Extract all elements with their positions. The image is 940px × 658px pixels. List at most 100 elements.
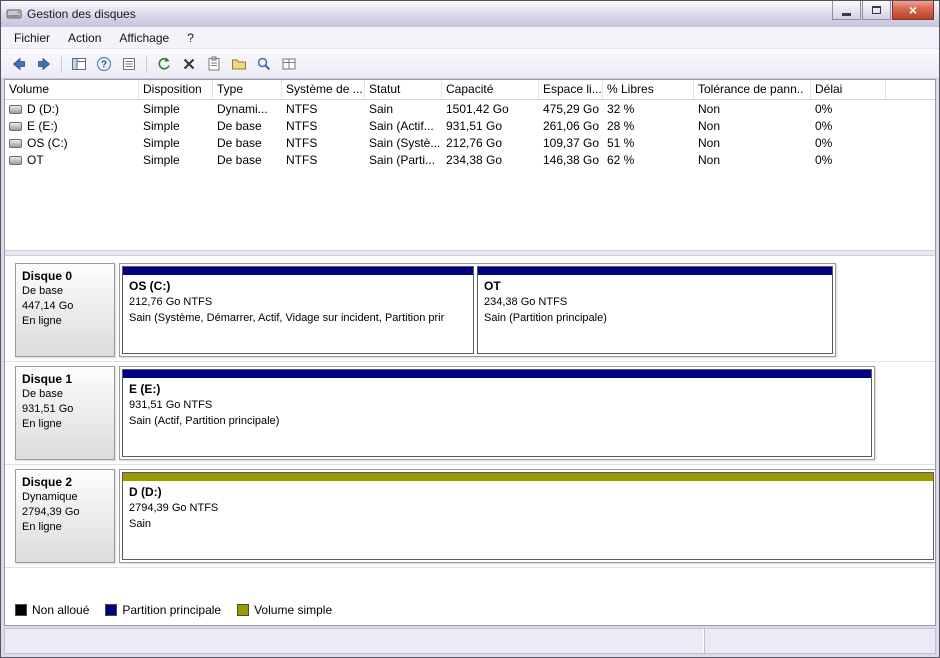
drive-icon	[9, 104, 22, 114]
partition-status: Sain (Partition principale)	[484, 312, 607, 324]
disk1-track: E (E:) 931,51 Go NTFS Sain (Actif, Parti…	[119, 366, 875, 460]
legend-label: Partition principale	[122, 603, 222, 617]
cell-type: De base	[217, 135, 262, 150]
back-button[interactable]	[7, 52, 31, 76]
cell-espace: 475,29 Go	[543, 101, 600, 116]
maximize-icon	[872, 6, 881, 14]
volume-row-e[interactable]: E (E:) Simple De base NTFS Sain (Actif..…	[5, 117, 935, 134]
properties-icon	[208, 56, 220, 70]
partition-color-band	[123, 267, 473, 275]
grid-view-button[interactable]	[277, 52, 301, 76]
disk-size: 2794,39 Go	[22, 506, 80, 518]
partition-color-band	[478, 267, 832, 275]
show-console-tree-button[interactable]	[67, 52, 91, 76]
column-tolerance[interactable]: Tolérance de pann..	[694, 80, 811, 99]
close-icon: ×	[908, 2, 918, 18]
column-disposition[interactable]: Disposition	[139, 80, 213, 99]
refresh-icon	[158, 57, 170, 69]
cell-tolerance: Non	[698, 118, 721, 133]
cell-statut: Sain (Systè...	[369, 135, 441, 150]
partition-color-band	[123, 473, 933, 481]
volume-table-header: Volume Disposition Type Système de ... S…	[5, 80, 935, 100]
partition-info: 2794,39 Go NTFS	[129, 502, 219, 514]
magnifier-icon	[257, 57, 271, 70]
toolbar-separator	[146, 54, 147, 73]
legend-swatch-primary	[105, 604, 118, 616]
partition-info: 234,38 Go NTFS	[484, 296, 568, 308]
cell-capacite: 212,76 Go	[446, 135, 503, 150]
column-filesystem[interactable]: Système de ...	[282, 80, 365, 99]
disk-management-window: Gestion des disques × Fichier Action Aff…	[0, 0, 940, 658]
cell-type: De base	[217, 118, 262, 133]
menu-affichage[interactable]: Affichage	[110, 28, 178, 48]
window-title: Gestion des disques	[27, 7, 136, 21]
disk-section-2: Disque 2 Dynamique 2794,39 Go En ligne D…	[5, 465, 935, 568]
partition-e[interactable]: E (E:) 931,51 Go NTFS Sain (Actif, Parti…	[122, 369, 872, 457]
column-capacite[interactable]: Capacité	[442, 80, 539, 99]
disk-size: 447,14 Go	[22, 300, 74, 312]
cell-espace: 261,06 Go	[543, 118, 600, 133]
column-volume[interactable]: Volume	[5, 80, 139, 99]
open-folder-button[interactable]	[227, 52, 251, 76]
properties-button[interactable]	[202, 52, 226, 76]
refresh-button[interactable]	[152, 52, 176, 76]
title-bar[interactable]: Gestion des disques ×	[1, 1, 939, 27]
disk-status: En ligne	[22, 315, 62, 327]
partition-ot[interactable]: OT 234,38 Go NTFS Sain (Partition princi…	[477, 266, 833, 354]
partition-title: D (D:)	[129, 485, 162, 499]
status-pane-right	[705, 629, 935, 653]
delete-icon	[183, 58, 195, 69]
cell-capacite: 931,51 Go	[446, 118, 503, 133]
menu-action[interactable]: Action	[59, 28, 110, 48]
cell-disposition: Simple	[143, 118, 180, 133]
export-list-button[interactable]	[117, 52, 141, 76]
volume-row-os[interactable]: OS (C:) Simple De base NTFS Sain (Systè.…	[5, 134, 935, 151]
toolbar-separator	[61, 54, 62, 73]
disk-status: En ligne	[22, 418, 62, 430]
partition-title: OS (C:)	[129, 279, 171, 293]
volume-cell: E (E:)	[5, 119, 139, 133]
forward-icon	[38, 57, 51, 70]
disk1-header[interactable]: Disque 1 De base 931,51 Go En ligne	[15, 366, 115, 460]
drive-icon	[9, 138, 22, 148]
column-espace-libre[interactable]: Espace li...	[539, 80, 603, 99]
content-area: Volume Disposition Type Système de ... S…	[4, 79, 936, 626]
console-tree-icon	[72, 57, 86, 70]
maximize-button[interactable]	[862, 1, 891, 20]
legend-label: Volume simple	[254, 603, 333, 617]
disk2-header[interactable]: Disque 2 Dynamique 2794,39 Go En ligne	[15, 469, 115, 563]
partition-d[interactable]: D (D:) 2794,39 Go NTFS Sain	[122, 472, 934, 560]
column-statut[interactable]: Statut	[365, 80, 442, 99]
partition-status: Sain (Actif, Partition principale)	[129, 415, 280, 427]
disk0-header[interactable]: Disque 0 De base 447,14 Go En ligne	[15, 263, 115, 357]
rescan-disks-button[interactable]	[252, 52, 276, 76]
volume-cell: OS (C:)	[5, 136, 139, 150]
menu-help[interactable]: ?	[178, 28, 203, 48]
cell-filesystem: NTFS	[286, 135, 318, 150]
volume-row-d[interactable]: D (D:) Simple Dynami... NTFS Sain 1501,4…	[5, 100, 935, 117]
disk-type: De base	[22, 388, 63, 400]
column-type[interactable]: Type	[213, 80, 282, 99]
cell-espace: 109,37 Go	[543, 135, 600, 150]
cell-espace: 146,38 Go	[543, 152, 600, 167]
column-delai[interactable]: Délai	[811, 80, 886, 99]
close-button[interactable]: ×	[892, 1, 934, 20]
disk-status: En ligne	[22, 521, 62, 533]
legend-item-unallocated: Non alloué	[15, 603, 89, 617]
legend-label: Non alloué	[32, 603, 90, 617]
cell-capacite: 234,38 Go	[446, 152, 503, 167]
help-button[interactable]: ?	[92, 52, 116, 76]
menu-fichier[interactable]: Fichier	[5, 28, 59, 48]
disk-name: Disque 1	[22, 372, 73, 386]
column-pct-libres[interactable]: % Libres	[603, 80, 694, 99]
forward-button[interactable]	[32, 52, 56, 76]
partition-os-c[interactable]: OS (C:) 212,76 Go NTFS Sain (Système, Dé…	[122, 266, 474, 354]
minimize-button[interactable]	[832, 1, 861, 20]
cell-tolerance: Non	[698, 101, 721, 116]
disk-section-0: Disque 0 De base 447,14 Go En ligne OS (…	[5, 259, 935, 362]
delete-button[interactable]	[177, 52, 201, 76]
volume-row-ot[interactable]: OT Simple De base NTFS Sain (Parti... 23…	[5, 151, 935, 168]
partition-status: Sain	[129, 518, 152, 530]
cell-type: Dynami...	[217, 101, 268, 116]
export-list-icon	[123, 57, 135, 70]
